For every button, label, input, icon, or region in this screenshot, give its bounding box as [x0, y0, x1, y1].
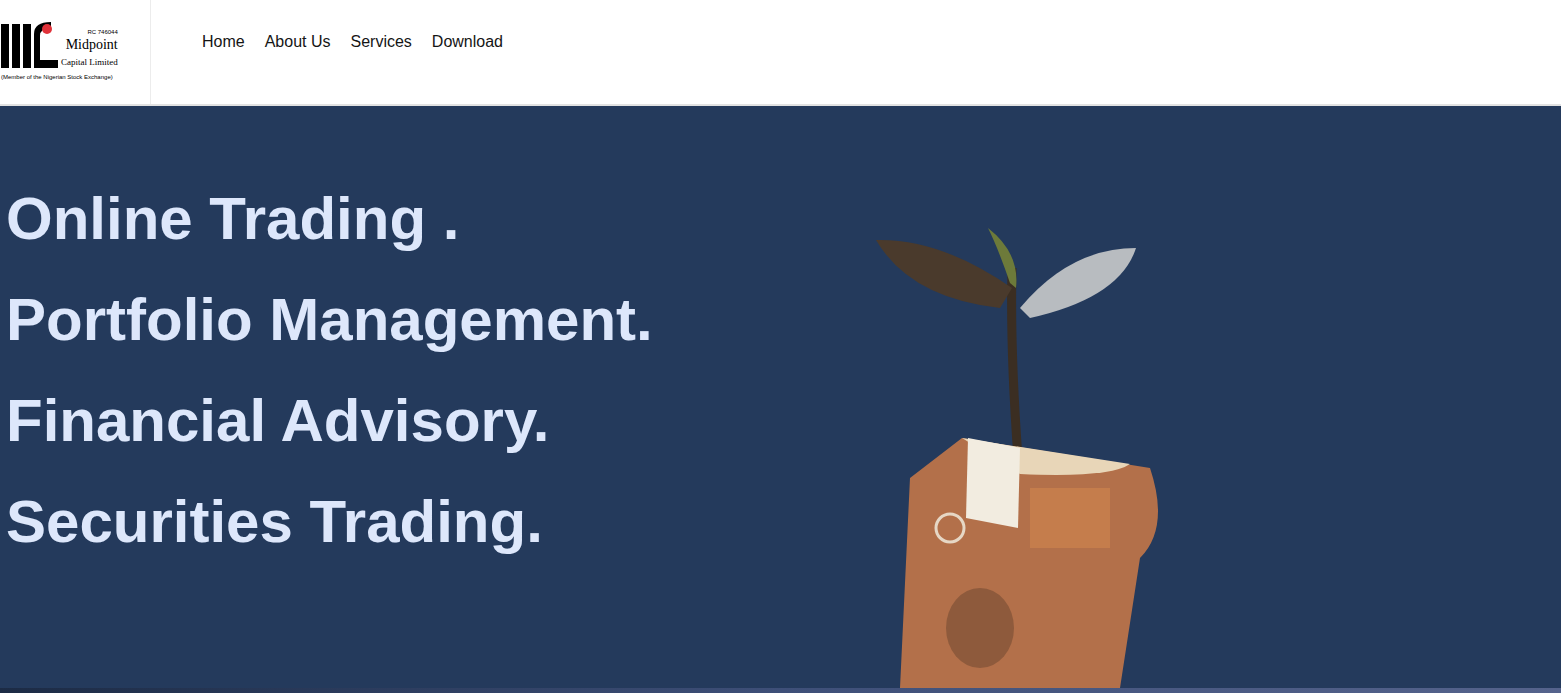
main-nav: Home About Us Services Download — [151, 0, 503, 104]
plant-photo — [870, 228, 1170, 688]
hero-line: Financial Advisory. — [6, 370, 860, 471]
site-header: RC 746044 Midpoint Capital Limited (Member … — [0, 0, 1561, 106]
hero: Online Trading .Portfolio Management.Fin… — [0, 106, 1561, 688]
hero-line: Portfolio Management. — [6, 269, 860, 370]
nav-item[interactable]: About Us — [265, 33, 331, 51]
hero-bottom-strip — [0, 688, 1561, 693]
logo-mark-icon — [1, 20, 59, 72]
member-note: (Member of the Nigerian Stock Exchange) — [1, 74, 150, 80]
company-name: Midpoint — [66, 37, 118, 52]
hero-line: Online Trading . — [6, 168, 860, 269]
nav-item[interactable]: Services — [351, 33, 412, 51]
hero-headline: Online Trading .Portfolio Management.Fin… — [0, 106, 860, 688]
nav-item[interactable]: Home — [202, 33, 245, 51]
nav-item[interactable]: Download — [432, 33, 503, 51]
hero-line: Securities Trading. — [6, 471, 860, 572]
logo[interactable]: RC 746044 Midpoint Capital Limited (Member … — [0, 0, 151, 104]
logo-text: RC 746044 Midpoint Capital Limited — [61, 29, 118, 72]
company-subtitle: Capital Limited — [61, 56, 118, 68]
registration-number: RC 746044 — [87, 29, 117, 35]
plant-money-icon — [870, 228, 1170, 688]
page: RC 746044 Midpoint Capital Limited (Member … — [0, 0, 1561, 693]
logo-top: RC 746044 Midpoint Capital Limited — [1, 20, 150, 72]
